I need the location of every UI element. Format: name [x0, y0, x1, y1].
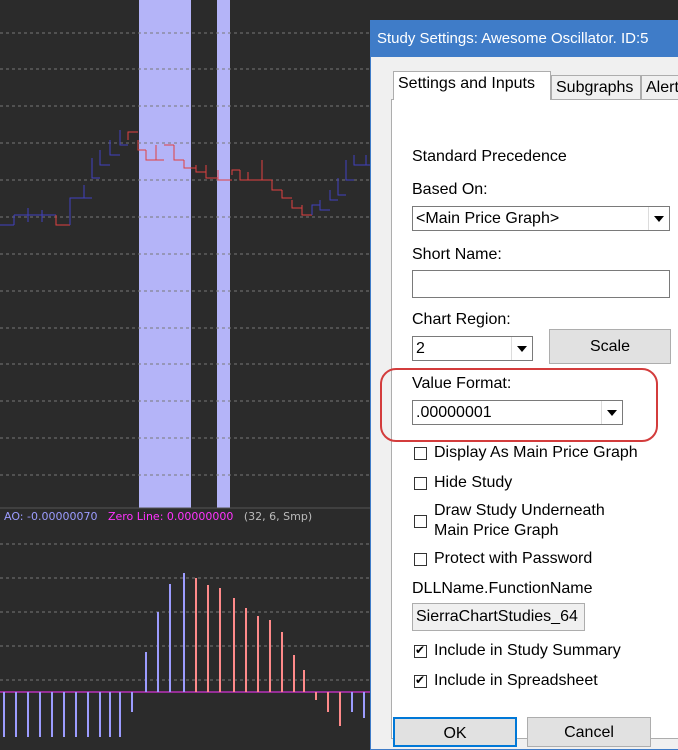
chart-canvas	[0, 0, 378, 737]
ao-value-label: AO: -0.00000070 Zero Line: 0.00000000 (3…	[4, 510, 312, 523]
chevron-down-icon[interactable]	[648, 207, 669, 230]
protect-password-checkbox[interactable]	[414, 553, 427, 566]
chevron-down-icon[interactable]	[601, 401, 622, 424]
standard-precedence-label: Standard Precedence	[412, 148, 567, 165]
value-format-select[interactable]: .00000001	[412, 400, 623, 425]
dll-field[interactable]: SierraChartStudies_64	[412, 603, 585, 631]
display-main-checkbox[interactable]	[414, 447, 427, 460]
cancel-button[interactable]: Cancel	[527, 717, 651, 747]
chevron-down-icon[interactable]	[511, 337, 532, 360]
short-name-label: Short Name:	[412, 246, 502, 263]
ao-value: AO: -0.00000070	[4, 510, 98, 523]
chart-region-label: Chart Region:	[412, 311, 511, 328]
dll-label: DLLName.FunctionName	[412, 580, 593, 597]
tab-settings-and-inputs[interactable]: Settings and Inputs	[393, 71, 551, 100]
tab-alerts[interactable]: Alerts	[641, 75, 678, 99]
chart-region-value: 2	[416, 340, 425, 357]
value-format-value: .00000001	[416, 404, 492, 421]
ao-histogram	[3, 573, 365, 737]
based-on-label: Based On:	[412, 181, 488, 198]
price-chart[interactable]: AO: -0.00000070 Zero Line: 0.00000000 (3…	[0, 0, 378, 737]
include-spreadsheet-label: Include in Spreadsheet	[434, 672, 598, 689]
based-on-value: <Main Price Graph>	[416, 210, 560, 227]
hide-study-label: Hide Study	[434, 474, 513, 491]
zero-line-value: Zero Line: 0.00000000	[107, 510, 234, 523]
based-on-select[interactable]: <Main Price Graph>	[412, 206, 670, 231]
draw-underneath-label-line1: Draw Study Underneath	[434, 502, 605, 519]
display-main-label: Display As Main Price Graph	[434, 444, 638, 461]
tab-subgraphs[interactable]: Subgraphs	[551, 75, 641, 99]
short-name-input[interactable]	[412, 270, 670, 298]
settings-panel: Standard Precedence Based On: <Main Pric…	[391, 99, 678, 739]
protect-password-label: Protect with Password	[434, 550, 593, 567]
study-settings-dialog: Study Settings: Awesome Oscillator. ID:5…	[370, 20, 678, 750]
include-spreadsheet-checkbox[interactable]	[414, 673, 427, 688]
value-format-label: Value Format:	[412, 375, 512, 392]
draw-underneath-label-line2: Main Price Graph	[434, 522, 559, 539]
study-params: (32, 6, Smp)	[243, 510, 313, 523]
draw-underneath-checkbox[interactable]	[414, 515, 427, 528]
hide-study-checkbox[interactable]	[414, 477, 427, 490]
dialog-title[interactable]: Study Settings: Awesome Oscillator. ID:5	[371, 21, 678, 57]
scale-button[interactable]: Scale	[549, 329, 671, 364]
include-summary-label: Include in Study Summary	[434, 642, 621, 659]
ok-button[interactable]: OK	[393, 717, 517, 747]
include-summary-checkbox[interactable]	[414, 643, 427, 658]
chart-region-select[interactable]: 2	[412, 336, 533, 361]
